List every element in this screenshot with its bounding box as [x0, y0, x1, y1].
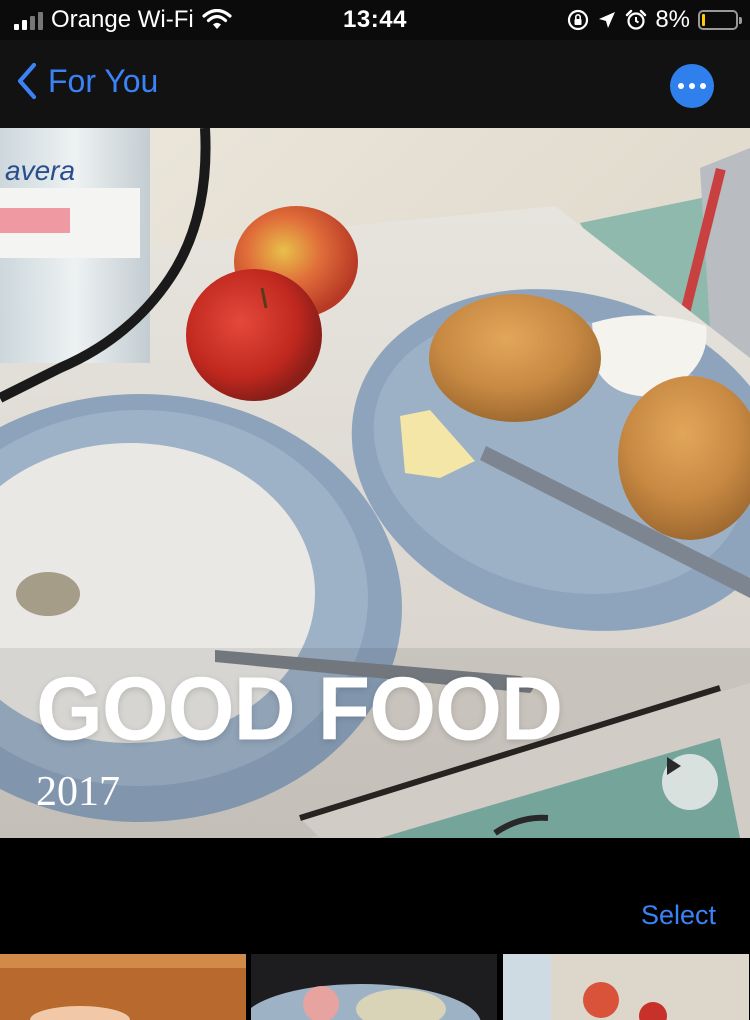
memory-year: 2017 [36, 769, 120, 815]
back-label: For You [48, 62, 159, 99]
status-bar: Orange Wi-Fi 13:44 8% [0, 0, 750, 40]
play-icon [667, 757, 681, 775]
memory-key-photo[interactable]: avera GOOD FOOD 2017 [0, 128, 750, 838]
battery-percent: 8% [655, 6, 690, 33]
ellipsis-icon [678, 83, 684, 89]
battery-level [702, 14, 705, 26]
more-options-button[interactable] [670, 64, 714, 108]
battery-icon [698, 10, 742, 30]
alarm-icon [626, 9, 647, 30]
orientation-lock-icon [568, 9, 589, 31]
location-icon [599, 12, 616, 28]
nav-bar: For You [0, 40, 750, 128]
svg-text:avera: avera [5, 155, 75, 186]
thumbnail-2[interactable] [251, 954, 498, 1020]
chevron-left-icon [17, 62, 37, 100]
thumbnail-1[interactable] [0, 954, 247, 1020]
photos-section-header: Select [0, 838, 750, 954]
select-button[interactable]: Select [641, 900, 716, 931]
memory-title: GOOD FOOD [36, 658, 563, 760]
status-right: 8% [567, 6, 742, 34]
thumbnail-grid [0, 954, 750, 1020]
play-button[interactable] [662, 754, 718, 810]
back-button[interactable]: For You [16, 62, 158, 100]
thumbnail-3[interactable] [502, 954, 750, 1020]
